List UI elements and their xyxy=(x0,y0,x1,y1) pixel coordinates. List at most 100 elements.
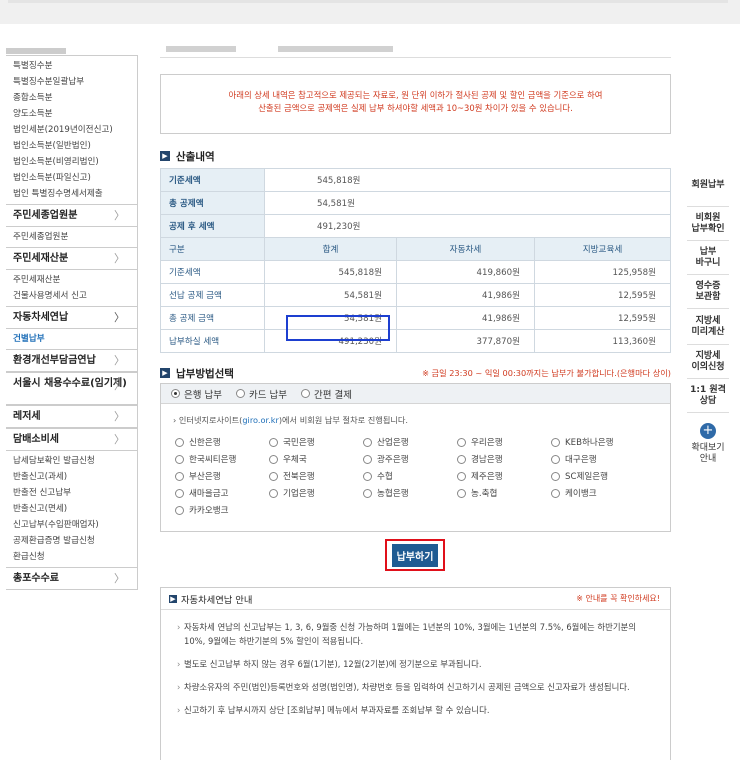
quick-menu-item[interactable]: 납부 바구니 xyxy=(687,241,729,275)
sidebar-item[interactable]: 반출신고(과세) xyxy=(13,469,137,485)
bank-option[interactable]: 기업은행 xyxy=(269,486,363,500)
nav-cat-seoul-fee[interactable]: 서울시 채용수수료(임기제) 〉 xyxy=(6,372,138,405)
bank-option[interactable]: 부산은행 xyxy=(175,469,269,483)
quick-menu-item[interactable]: 지방세 미리계산 xyxy=(687,309,729,345)
bank-option[interactable]: 농협은행 xyxy=(363,486,457,500)
quick-menu-item[interactable]: 1:1 원격 상담 xyxy=(687,379,729,413)
bank-option[interactable]: 케이뱅크 xyxy=(551,486,645,500)
bank-option[interactable]: 신한은행 xyxy=(175,435,269,449)
radio-icon[interactable] xyxy=(235,389,245,398)
bank-option[interactable]: 국민은행 xyxy=(269,435,363,449)
radio-icon[interactable] xyxy=(269,488,278,498)
arrow-square-icon: ▶ xyxy=(160,151,170,161)
radio-icon[interactable] xyxy=(363,454,372,464)
radio-icon[interactable] xyxy=(457,488,466,498)
radio-icon[interactable] xyxy=(175,437,184,447)
radio-icon[interactable] xyxy=(175,505,184,515)
calc-title-text: 산출내역 xyxy=(176,150,215,163)
sidebar-item[interactable]: 주민세재산분 xyxy=(13,272,137,288)
radio-icon[interactable] xyxy=(300,389,310,398)
bank-option[interactable]: 우체국 xyxy=(269,452,363,466)
pay-button[interactable]: 납부하기 xyxy=(391,543,439,567)
nav-cat-car-annual[interactable]: 자동차세연납 〉 xyxy=(6,306,138,329)
radio-icon[interactable] xyxy=(363,471,372,481)
sidebar-item[interactable]: 환급신청 xyxy=(13,549,137,565)
radio-icon[interactable] xyxy=(269,454,278,464)
radio-icon[interactable] xyxy=(269,437,278,447)
nav-cat-label: 주민세종업원분 xyxy=(13,210,78,221)
bank-option[interactable]: KEB하나은행 xyxy=(551,435,645,449)
bank-option[interactable]: 한국씨티은행 xyxy=(175,452,269,466)
sidebar-item[interactable]: 법인 특별징수명세서제출 xyxy=(13,186,137,202)
sidebar-item[interactable]: 특별징수분 xyxy=(13,58,137,74)
bank-option[interactable]: 수협 xyxy=(363,469,457,483)
tab-easy[interactable]: 간편 결제 xyxy=(300,387,352,401)
cell-total: 54,581원 xyxy=(264,283,397,307)
bank-label: 기업은행 xyxy=(283,489,315,499)
sidebar-item[interactable]: 주민세종업원분 xyxy=(13,229,137,245)
sidebar-item[interactable]: 건물사용명세서 신고 xyxy=(13,288,137,304)
radio-icon[interactable] xyxy=(551,437,560,447)
quick-menu-item[interactable]: 지방세 이의신청 xyxy=(687,345,729,379)
nav-group-tobacco: 납세담보확인 발급신청 반출신고(과세) 반출전 신고납부 반출신고(면세) 신고납부(… xyxy=(6,451,138,567)
radio-icon[interactable] xyxy=(457,471,466,481)
bank-option[interactable]: 대구은행 xyxy=(551,452,645,466)
giro-link[interactable]: giro.or.kr xyxy=(242,415,278,425)
radio-icon[interactable] xyxy=(363,437,372,447)
sidebar-item[interactable]: 법인소득분(파일신고) xyxy=(13,170,137,186)
bank-option[interactable]: 경남은행 xyxy=(457,452,551,466)
table-row: 총 공제 금액 54,581원 41,986원 12,595원 xyxy=(160,306,671,330)
radio-icon[interactable] xyxy=(175,471,184,481)
sidebar-item[interactable]: 법인세분(2019년이전신고) xyxy=(13,122,137,138)
sidebar-item[interactable]: 종합소득분 xyxy=(13,90,137,106)
radio-icon[interactable] xyxy=(363,488,372,498)
radio-icon[interactable] xyxy=(269,471,278,481)
tab-bank[interactable]: 은행 납부 xyxy=(171,387,222,401)
sidebar-item[interactable]: 특별징수분일괄납부 xyxy=(13,74,137,90)
tab-card[interactable]: 카드 납부 xyxy=(235,387,287,401)
bank-option[interactable]: 산업은행 xyxy=(363,435,457,449)
sidebar-item[interactable]: 건별납부 xyxy=(13,331,137,347)
bank-option[interactable]: 새마을금고 xyxy=(175,486,269,500)
nav-group-resident-employee: 주민세종업원분 xyxy=(6,227,138,247)
nav-cat-tobacco[interactable]: 담배소비세 〉 xyxy=(6,428,138,451)
radio-icon[interactable] xyxy=(175,454,184,464)
radio-icon[interactable] xyxy=(551,471,560,481)
nav-cat-env[interactable]: 환경개선부담금연납 〉 xyxy=(6,349,138,372)
zoom-guide[interactable]: 확대보기 안내 xyxy=(687,443,729,465)
sidebar-item[interactable]: 양도소득분 xyxy=(13,106,137,122)
bank-option[interactable]: SC제일은행 xyxy=(551,469,645,483)
nav-cat-gun-fee[interactable]: 총포수수료 〉 xyxy=(6,567,138,590)
bank-option[interactable]: 카카오뱅크 xyxy=(175,503,269,517)
plus-icon[interactable]: + xyxy=(700,423,716,439)
cell-total: 545,818원 xyxy=(264,260,397,284)
quick-menu-item[interactable]: 영수증 보관함 xyxy=(687,275,729,309)
sidebar-item[interactable]: 신고납부(수입판매업자) xyxy=(13,517,137,533)
sidebar-item[interactable]: 반출전 신고납부 xyxy=(13,485,137,501)
radio-icon[interactable] xyxy=(551,488,560,498)
nav-cat-leisure[interactable]: 레저세 〉 xyxy=(6,405,138,428)
sidebar-item[interactable]: 법인소득분(일반법인) xyxy=(13,138,137,154)
sidebar-item[interactable]: 법인소득분(비영리법인) xyxy=(13,154,137,170)
radio-icon[interactable] xyxy=(171,389,180,398)
bank-option[interactable]: 농.축협 xyxy=(457,486,551,500)
chevron-right-icon: 〉 xyxy=(114,572,125,585)
nav-group-car-annual: 건별납부 xyxy=(6,329,138,349)
radio-icon[interactable] xyxy=(457,437,466,447)
bank-option[interactable]: 우리은행 xyxy=(457,435,551,449)
radio-icon[interactable] xyxy=(457,454,466,464)
quick-menu-item[interactable]: 비회원 납부확인 xyxy=(687,207,729,241)
bank-option[interactable]: 광주은행 xyxy=(363,452,457,466)
sidebar-item[interactable]: 납세담보확인 발급신청 xyxy=(13,453,137,469)
quick-menu-item[interactable]: 회원납부 xyxy=(687,165,729,207)
radio-icon[interactable] xyxy=(551,454,560,464)
bank-option[interactable]: 전북은행 xyxy=(269,469,363,483)
bank-label: 농.축협 xyxy=(471,489,498,499)
nav-cat-resident-property[interactable]: 주민세재산분 〉 xyxy=(6,247,138,270)
radio-icon[interactable] xyxy=(175,488,184,498)
bank-option[interactable]: 제주은행 xyxy=(457,469,551,483)
nav-cat-label: 주민세재산분 xyxy=(13,253,69,264)
sidebar-item[interactable]: 반출신고(면세) xyxy=(13,501,137,517)
nav-cat-resident-employee[interactable]: 주민세종업원분 〉 xyxy=(6,204,138,227)
sidebar-item[interactable]: 공제환급증명 발급신청 xyxy=(13,533,137,549)
